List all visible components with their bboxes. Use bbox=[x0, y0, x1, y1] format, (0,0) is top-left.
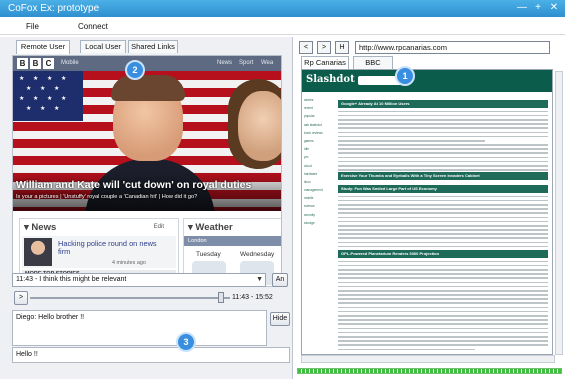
bbc-header: B B C Mobile News Sport Wea bbox=[13, 56, 281, 71]
site-nav-item[interactable]: cloud bbox=[304, 164, 334, 168]
site-nav-item[interactable]: science bbox=[304, 204, 334, 208]
chat-message: Diego: Hello brother !! bbox=[16, 314, 85, 321]
bbc-logo-c[interactable]: C bbox=[43, 58, 54, 69]
story: Exercise Your Thumbs and Eyeballs With a… bbox=[338, 172, 548, 180]
site-nav-item[interactable]: recent bbox=[304, 106, 334, 110]
chat-input[interactable]: Hello !! bbox=[12, 347, 290, 363]
site-logo[interactable]: Slashdot bbox=[306, 74, 355, 85]
tab-shared-links[interactable]: Shared Links bbox=[128, 40, 178, 53]
comment-select[interactable]: 11:43 - I think this might be relevant ▼ bbox=[12, 273, 266, 287]
site-nav-item[interactable]: mobile bbox=[304, 196, 334, 200]
annotate-button[interactable]: An bbox=[272, 273, 288, 287]
bbc-logo-b1[interactable]: B bbox=[17, 58, 28, 69]
comment-selected-value: 11:43 - I think this might be relevant bbox=[16, 276, 127, 283]
time-range: 11:43 - 15:52 bbox=[232, 294, 273, 301]
story: Study: Fun Was Smiled Large Part of US E… bbox=[338, 185, 548, 252]
maximize-button[interactable]: + bbox=[531, 2, 545, 13]
badge-1: 1 bbox=[395, 66, 415, 86]
story-title[interactable]: Study: Fun Was Smiled Large Part of US E… bbox=[338, 185, 548, 193]
title-bar: CoFox Ex: prototype — + ✕ bbox=[0, 0, 565, 17]
story: Google+ Already At 10 Million Users bbox=[338, 100, 548, 175]
site-nav-item[interactable]: games bbox=[304, 139, 334, 143]
window-title: CoFox Ex: prototype bbox=[8, 3, 100, 14]
timeline-slider-handle[interactable] bbox=[218, 292, 224, 303]
person-1-hair bbox=[111, 75, 185, 101]
news-item[interactable]: Hacking police round on news firm 4 minu… bbox=[22, 236, 176, 268]
badge-2: 2 bbox=[125, 60, 145, 80]
bbc-logo-b2[interactable]: B bbox=[30, 58, 41, 69]
progress-bar bbox=[297, 368, 562, 374]
bbc-nav-sport[interactable]: Sport bbox=[239, 60, 253, 66]
timeline-slider[interactable] bbox=[30, 297, 230, 299]
tab-local-user[interactable]: Local User bbox=[80, 40, 126, 53]
weather-title: ▾ Weather bbox=[188, 222, 233, 233]
site-nav-item[interactable]: idle bbox=[304, 147, 334, 151]
weather-day-1: Tuesday bbox=[196, 251, 221, 258]
menu-file[interactable]: File bbox=[26, 22, 39, 31]
chat-log: Diego: Hello brother !! bbox=[12, 310, 267, 346]
site-header: Slashdot bbox=[302, 70, 552, 92]
hero-headline[interactable]: William and Kate will 'cut down' on roya… bbox=[16, 179, 251, 191]
hide-button[interactable]: Hide bbox=[270, 312, 290, 326]
bbc-nav-weather[interactable]: Wea bbox=[261, 60, 273, 66]
bbc-nav-news[interactable]: News bbox=[217, 60, 232, 66]
news-link[interactable]: Hacking police round on news firm bbox=[58, 240, 158, 256]
story-title[interactable]: Exercise Your Thumbs and Eyeballs With a… bbox=[338, 172, 548, 180]
horizontal-scrollbar[interactable] bbox=[301, 355, 555, 363]
vertical-scrollbar[interactable] bbox=[555, 71, 563, 355]
home-button[interactable]: H bbox=[335, 41, 349, 54]
menu-bar: File Connect bbox=[0, 18, 565, 35]
hero-subline[interactable]: Is your a pictures | 'Unstuffy' royal co… bbox=[16, 194, 197, 200]
weather-day-2: Wednesday bbox=[240, 251, 275, 258]
site-nav-item[interactable]: popular bbox=[304, 114, 334, 118]
news-title: ▾ News bbox=[24, 222, 57, 233]
forward-button[interactable]: > bbox=[317, 41, 331, 54]
left-pane: Remote User Local User Shared Links B B … bbox=[0, 37, 292, 379]
hero-image[interactable]: ★ ★ ★ ★ ★ ★ ★ ★ ★ ★ ★ ★ ★ ★ William and Kate wi… bbox=[13, 71, 281, 211]
story-title[interactable]: GPL-Powered Planetarium Renders 6000 Pro… bbox=[338, 250, 548, 258]
site-nav-item[interactable]: hardware bbox=[304, 172, 334, 176]
news-thumbnail bbox=[24, 238, 52, 266]
site-nav-item[interactable]: stories bbox=[304, 98, 334, 102]
site-sidebar: stories recent popular ask slashdot book… bbox=[304, 98, 334, 229]
site-nav-item[interactable]: linux bbox=[304, 180, 334, 184]
site-nav-item[interactable]: management bbox=[304, 188, 334, 192]
right-pane: < > H http://www.rpcanarias.com Rp Canar… bbox=[292, 37, 565, 379]
site-nav-item[interactable]: ask slashdot bbox=[304, 123, 334, 127]
tab-rp-canarias[interactable]: Rp Canarias bbox=[301, 56, 349, 70]
news-edit-link[interactable]: Edit bbox=[154, 224, 164, 230]
person-2-face bbox=[238, 91, 281, 161]
tab-bbc[interactable]: BBC bbox=[353, 56, 393, 69]
flag-canton: ★ ★ ★ ★ ★ ★ ★ ★ ★ ★ ★ ★ ★ ★ bbox=[13, 71, 83, 121]
minimize-button[interactable]: — bbox=[515, 2, 529, 13]
site-nav-item[interactable]: storage bbox=[304, 221, 334, 225]
site-nav-item[interactable]: security bbox=[304, 213, 334, 217]
story: GPL-Powered Planetarium Renders 6000 Pro… bbox=[338, 250, 548, 351]
site-nav-item[interactable]: yro bbox=[304, 155, 334, 159]
local-browser-view[interactable]: Slashdot stories recent popular ask slas… bbox=[301, 69, 553, 355]
close-button[interactable]: ✕ bbox=[547, 2, 561, 13]
chat-input-value: Hello !! bbox=[16, 351, 38, 358]
menu-connect[interactable]: Connect bbox=[78, 22, 108, 31]
news-timestamp: 4 minutes ago bbox=[112, 260, 146, 266]
badge-3: 3 bbox=[176, 332, 196, 352]
tab-remote-user[interactable]: Remote User bbox=[16, 40, 70, 54]
remote-browser-view[interactable]: B B C Mobile News Sport Wea ★ ★ ★ ★ ★ ★ ★ ★ … bbox=[12, 55, 282, 287]
bbc-mobile-label: Mobile bbox=[61, 60, 79, 66]
play-button[interactable]: > bbox=[14, 291, 28, 305]
site-content: Google+ Already At 10 Million Users Exer… bbox=[338, 94, 550, 354]
weather-location[interactable]: London bbox=[184, 236, 281, 246]
back-button[interactable]: < bbox=[299, 41, 313, 54]
chevron-down-icon[interactable]: ▼ bbox=[256, 274, 263, 286]
site-nav-item[interactable]: book reviews bbox=[304, 131, 334, 135]
story-title[interactable]: Google+ Already At 10 Million Users bbox=[338, 100, 548, 108]
url-input[interactable]: http://www.rpcanarias.com bbox=[355, 41, 550, 54]
